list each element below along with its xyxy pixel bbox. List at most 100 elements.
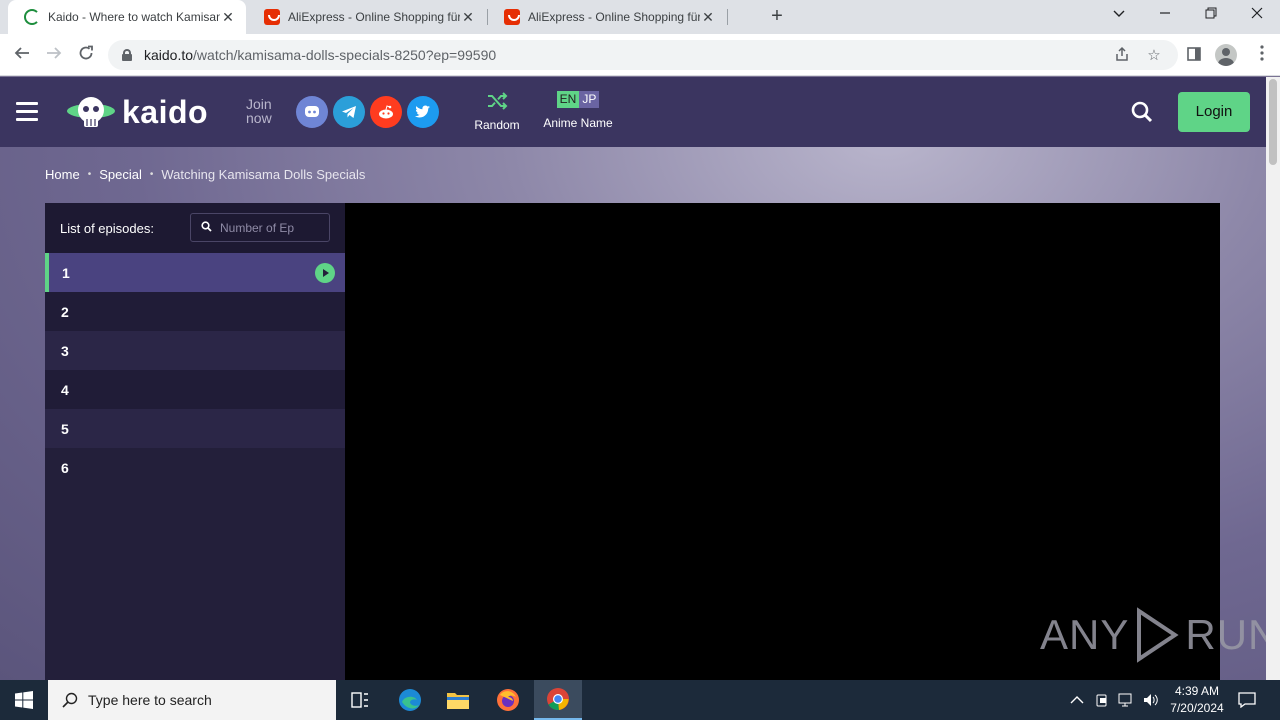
login-button[interactable]: Login bbox=[1178, 92, 1250, 132]
page-viewport: kaido Join now Random EN JP Anime Name L… bbox=[0, 77, 1266, 680]
watermark-right: RUN bbox=[1185, 611, 1266, 658]
close-window-icon[interactable] bbox=[1234, 0, 1280, 34]
search-icon bbox=[201, 220, 212, 235]
episode-number: 2 bbox=[61, 303, 69, 320]
file-explorer-icon[interactable] bbox=[434, 680, 482, 720]
close-tab-icon[interactable]: ✕ bbox=[220, 9, 236, 26]
tab-divider bbox=[727, 9, 728, 25]
clock-date: 7/20/2024 bbox=[1170, 701, 1224, 715]
address-bar[interactable]: kaido.to/watch/kamisama-dolls-specials-8… bbox=[108, 40, 1178, 70]
minimize-icon[interactable] bbox=[1142, 0, 1188, 34]
share-icon[interactable] bbox=[1112, 46, 1132, 66]
taskbar-search-placeholder: Type here to search bbox=[88, 692, 212, 708]
hamburger-menu-icon[interactable] bbox=[16, 102, 38, 121]
scrollbar-thumb[interactable] bbox=[1269, 79, 1277, 165]
page-scrollbar[interactable] bbox=[1266, 77, 1280, 680]
play-icon bbox=[315, 263, 335, 283]
episode-item-4[interactable]: 4 bbox=[45, 370, 345, 409]
meet-now-icon[interactable] bbox=[1095, 680, 1111, 720]
reload-icon[interactable] bbox=[74, 43, 98, 67]
language-switch[interactable]: EN JP bbox=[556, 91, 600, 108]
breadcrumb-home[interactable]: Home bbox=[45, 167, 80, 182]
anime-name-language-toggle[interactable]: EN JP Anime Name bbox=[540, 91, 616, 130]
episode-list-panel: List of episodes: 1 2 3 4 5 6 bbox=[45, 203, 345, 680]
twitter-icon[interactable] bbox=[407, 96, 439, 128]
site-logo[interactable]: kaido bbox=[64, 91, 208, 133]
episode-item-3[interactable]: 3 bbox=[45, 331, 345, 370]
new-tab-button[interactable]: + bbox=[766, 5, 788, 27]
back-icon[interactable] bbox=[10, 43, 34, 67]
breadcrumb-type[interactable]: Special bbox=[99, 167, 142, 182]
forward-icon[interactable] bbox=[42, 43, 66, 67]
telegram-icon[interactable] bbox=[333, 96, 365, 128]
lang-en[interactable]: EN bbox=[556, 91, 580, 108]
browser-tab-strip: Kaido - Where to watch Kamisama Dolls Sp… bbox=[0, 0, 1280, 34]
tab-title: AliExpress - Online Shopping für bbox=[528, 10, 700, 24]
edge-icon[interactable] bbox=[386, 680, 434, 720]
logo-text: kaido bbox=[122, 93, 209, 130]
episode-item-5[interactable]: 5 bbox=[45, 409, 345, 448]
episode-number: 1 bbox=[62, 264, 70, 281]
random-label: Random bbox=[474, 118, 520, 132]
volume-icon[interactable] bbox=[1142, 680, 1160, 720]
windows-taskbar: Type here to search 4:39 AM 7/20/2024 bbox=[0, 680, 1280, 720]
discord-icon[interactable] bbox=[296, 96, 328, 128]
join-line-1: Join bbox=[246, 96, 272, 112]
chrome-icon[interactable] bbox=[534, 680, 582, 720]
watermark-left: ANY bbox=[1040, 611, 1130, 658]
firefox-icon[interactable] bbox=[484, 680, 532, 720]
episode-item-2[interactable]: 2 bbox=[45, 292, 345, 331]
random-button[interactable]: Random bbox=[472, 91, 522, 132]
search-icon bbox=[62, 692, 78, 708]
tab-aliexpress-2[interactable]: AliExpress - Online Shopping für ✕ bbox=[488, 0, 726, 34]
close-tab-icon[interactable]: ✕ bbox=[700, 9, 716, 26]
episode-number: 4 bbox=[61, 381, 69, 398]
bookmark-star-icon[interactable]: ☆ bbox=[1144, 46, 1164, 66]
search-icon[interactable] bbox=[1131, 101, 1153, 123]
tab-search-chevron-icon[interactable] bbox=[1096, 0, 1142, 34]
task-view-icon[interactable] bbox=[336, 680, 384, 720]
breadcrumb-current: Watching Kamisama Dolls Specials bbox=[161, 167, 366, 182]
loading-icon bbox=[24, 9, 40, 25]
shuffle-icon bbox=[472, 91, 522, 111]
play-triangle-icon bbox=[1135, 607, 1179, 663]
episode-number-input[interactable] bbox=[220, 220, 328, 235]
lock-icon bbox=[122, 49, 132, 61]
episode-item-6[interactable]: 6 bbox=[45, 448, 345, 487]
reddit-icon[interactable] bbox=[370, 96, 402, 128]
join-now-label: Join now bbox=[246, 97, 272, 125]
anyrun-watermark: ANY RUN bbox=[1040, 607, 1266, 663]
breadcrumb-separator: • bbox=[87, 169, 92, 180]
network-icon[interactable] bbox=[1118, 680, 1136, 720]
tab-kaido[interactable]: Kaido - Where to watch Kamisama Dolls Sp… bbox=[8, 0, 246, 34]
anime-name-label: Anime Name bbox=[543, 116, 613, 130]
lang-jp[interactable]: JP bbox=[579, 91, 600, 108]
episode-number: 6 bbox=[61, 459, 69, 476]
windows-start-icon[interactable] bbox=[0, 680, 48, 720]
tab-title: AliExpress - Online Shopping für bbox=[288, 10, 460, 24]
profile-avatar-icon[interactable] bbox=[1215, 44, 1237, 66]
clock-time: 4:39 AM bbox=[1174, 684, 1220, 698]
taskbar-search-box[interactable]: Type here to search bbox=[48, 680, 336, 720]
restore-icon[interactable] bbox=[1188, 0, 1234, 34]
browser-toolbar: kaido.to/watch/kamisama-dolls-specials-8… bbox=[0, 34, 1280, 76]
episode-search[interactable] bbox=[190, 213, 330, 242]
tray-chevron-icon[interactable] bbox=[1070, 680, 1084, 720]
site-header: kaido Join now Random EN JP Anime Name L… bbox=[0, 77, 1266, 147]
episode-number: 3 bbox=[61, 342, 69, 359]
system-clock[interactable]: 4:39 AM 7/20/2024 bbox=[1162, 683, 1232, 717]
breadcrumb-separator: • bbox=[149, 169, 154, 180]
join-line-2: now bbox=[246, 110, 272, 126]
episode-number: 5 bbox=[61, 420, 69, 437]
tab-aliexpress-1[interactable]: AliExpress - Online Shopping für ✕ bbox=[248, 0, 486, 34]
episode-list-title: List of episodes: bbox=[60, 220, 154, 236]
close-tab-icon[interactable]: ✕ bbox=[460, 9, 476, 26]
episode-item-1[interactable]: 1 bbox=[45, 253, 345, 292]
menu-kebab-icon[interactable] bbox=[1250, 43, 1274, 67]
notifications-icon[interactable] bbox=[1238, 680, 1256, 720]
side-panel-icon[interactable] bbox=[1182, 43, 1206, 67]
skull-logo-icon bbox=[64, 91, 118, 133]
aliexpress-favicon-icon bbox=[264, 9, 280, 25]
aliexpress-favicon-icon bbox=[504, 9, 520, 25]
url-path: /watch/kamisama-dolls-specials-8250?ep=9… bbox=[193, 47, 497, 63]
